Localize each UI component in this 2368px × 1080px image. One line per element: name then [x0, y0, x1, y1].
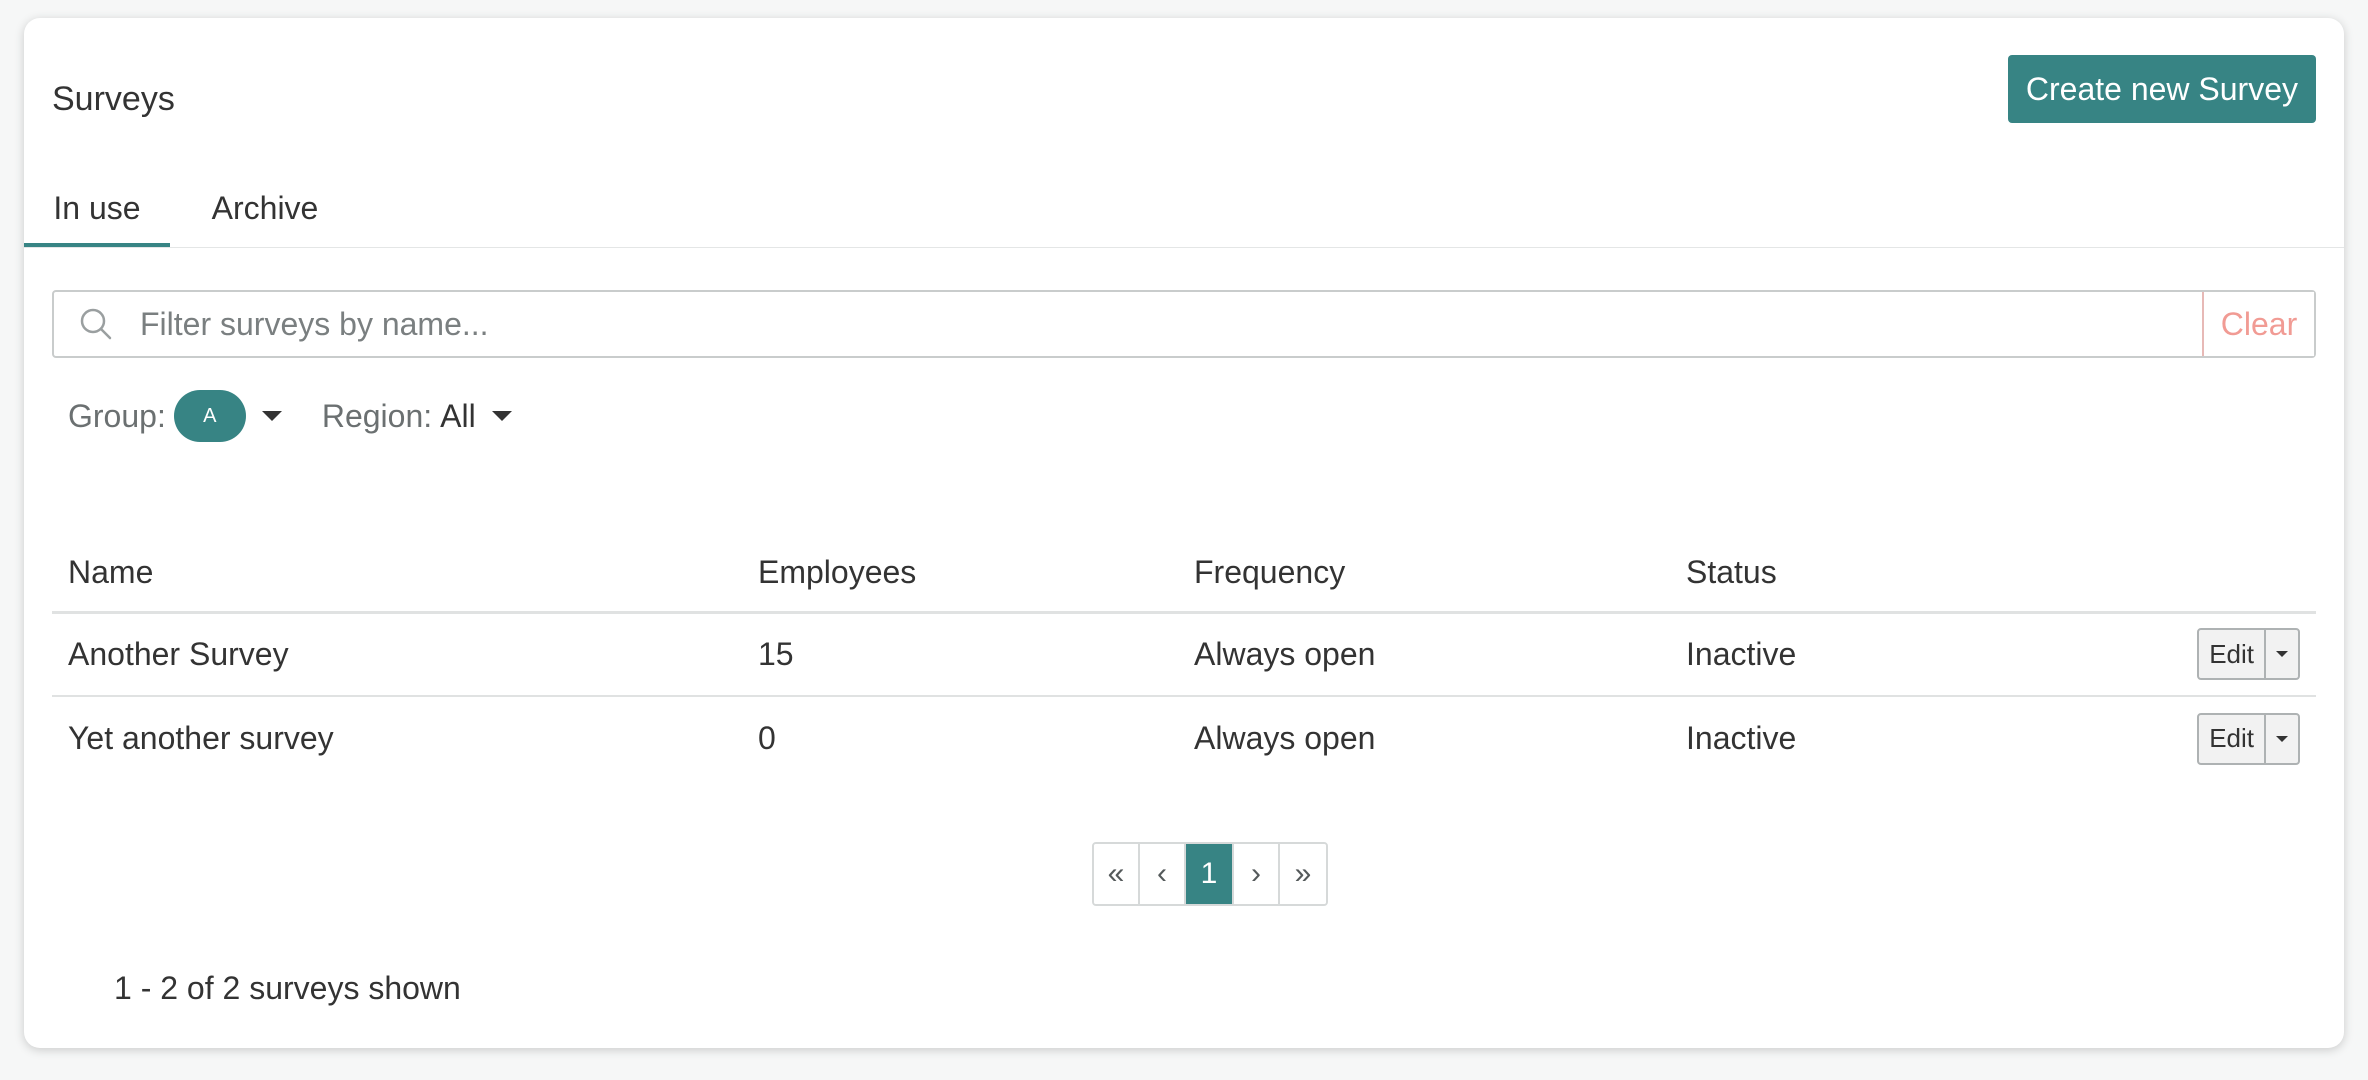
- region-filter-value: All: [440, 397, 476, 434]
- create-survey-button[interactable]: Create new Survey: [2007, 55, 2316, 123]
- results-count: 1 - 2 of 2 surveys shown: [114, 970, 461, 1006]
- page-prev-button[interactable]: ‹: [1140, 844, 1186, 904]
- chevron-down-icon: [491, 411, 512, 421]
- edit-button[interactable]: Edit: [2199, 715, 2264, 763]
- page-current-button[interactable]: 1: [1186, 844, 1234, 904]
- chevron-down-icon: [2276, 735, 2288, 742]
- surveys-table: Name Employees Frequency Status Another …: [52, 534, 2316, 780]
- search-icon: [76, 304, 116, 344]
- cell-employees: 15: [742, 612, 1178, 697]
- edit-split-button: Edit: [2197, 628, 2300, 681]
- cell-status: Inactive: [1686, 720, 1797, 756]
- edit-button[interactable]: Edit: [2199, 630, 2264, 678]
- cell-actions: Edit: [2130, 696, 2316, 780]
- edit-dropdown-toggle[interactable]: [2264, 630, 2298, 679]
- chevron-down-icon: [261, 411, 282, 421]
- surveys-card: Surveys Create new Survey In use Archive…: [24, 18, 2344, 1048]
- region-filter-label: Region:: [321, 397, 433, 434]
- column-header-frequency[interactable]: Frequency: [1178, 534, 1670, 614]
- table-row: Yet another survey 0 Always open Inactiv…: [52, 696, 2316, 780]
- table-header-row: Name Employees Frequency Status: [52, 534, 2316, 614]
- column-header-name[interactable]: Name: [52, 534, 742, 614]
- column-header-employees[interactable]: Employees: [742, 534, 1178, 614]
- tab-bar: In use Archive: [24, 168, 2344, 248]
- chevron-down-icon: [2276, 651, 2288, 658]
- pagination: « ‹ 1 › »: [1092, 842, 1328, 906]
- column-header-status[interactable]: Status: [1670, 534, 2130, 614]
- group-filter[interactable]: Group: A: [68, 390, 282, 442]
- group-filter-label: Group:: [68, 397, 166, 434]
- search-input[interactable]: [116, 292, 2202, 356]
- column-header-actions: [2130, 534, 2316, 614]
- filters-row: Group: A Region: All: [68, 386, 512, 446]
- cell-actions: Edit: [2130, 612, 2316, 697]
- page-last-button[interactable]: »: [1280, 844, 1326, 904]
- search-bar: Clear: [52, 290, 2316, 358]
- page-next-button[interactable]: ›: [1234, 844, 1280, 904]
- edit-dropdown-toggle[interactable]: [2264, 714, 2298, 763]
- tab-in-use[interactable]: In use: [24, 178, 170, 247]
- page-title: Surveys: [52, 80, 175, 118]
- tab-archive[interactable]: Archive: [200, 178, 330, 247]
- edit-split-button: Edit: [2197, 712, 2300, 765]
- page-first-button[interactable]: «: [1094, 844, 1140, 904]
- cell-status: Inactive: [1670, 612, 2130, 697]
- cell-name: Yet another survey: [68, 720, 334, 756]
- cell-frequency: Always open: [1194, 720, 1376, 756]
- table-row: Another Survey 15 Always open Inactive E…: [52, 612, 2316, 697]
- clear-button[interactable]: Clear: [2202, 292, 2314, 356]
- cell-employees: 0: [758, 720, 776, 756]
- group-badge: A: [173, 390, 246, 442]
- cell-name: Another Survey: [52, 612, 742, 697]
- region-filter[interactable]: Region: All: [322, 398, 512, 435]
- cell-frequency: Always open: [1178, 612, 1670, 697]
